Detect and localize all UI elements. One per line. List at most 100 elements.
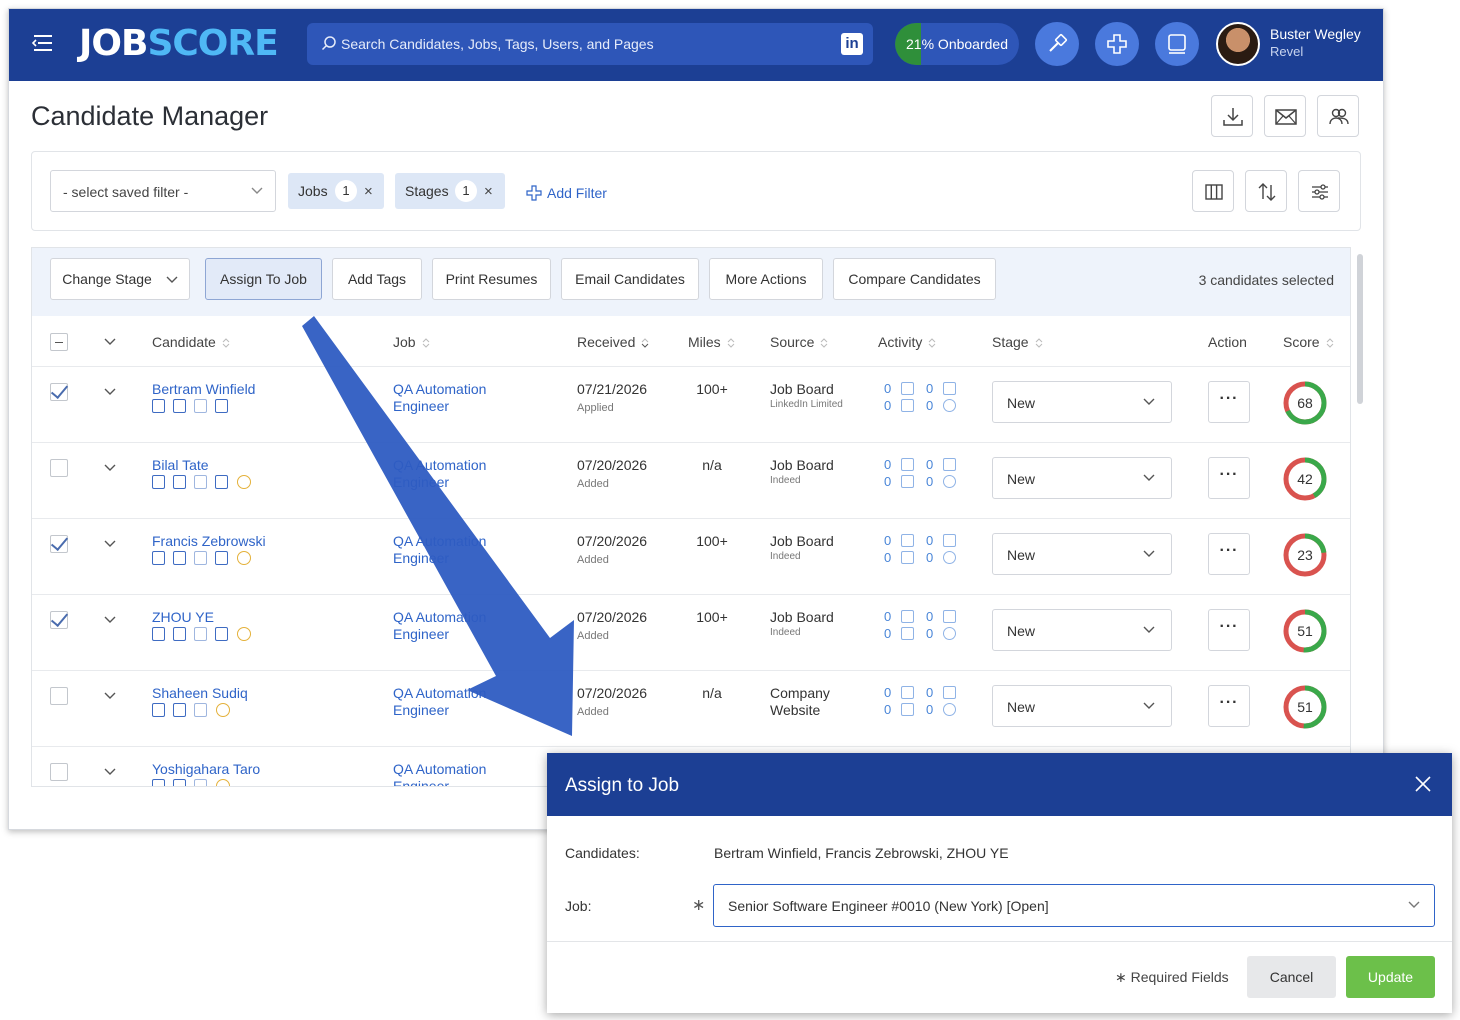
checklist-icon[interactable] [194,551,207,565]
linkedin-profile-icon[interactable] [173,627,186,641]
linkedin-profile-icon[interactable] [173,703,186,717]
add-button[interactable] [1095,22,1139,66]
add-tags-button[interactable]: Add Tags [332,258,422,300]
ratings-count[interactable]: 0 [926,398,933,413]
row-checkbox[interactable] [50,459,68,477]
emails-count[interactable]: 0 [884,474,891,489]
table-row[interactable]: Bertram Winfield QA Automation Engineer 07/… [32,366,1350,442]
menu-icon[interactable] [31,33,53,53]
candidate-name-link[interactable]: Yoshigahara Taro [152,761,260,777]
stage-select[interactable]: New [992,533,1172,575]
ratings-count[interactable]: 0 [926,702,933,717]
settings-button[interactable] [1298,170,1340,212]
select-all-checkbox[interactable] [50,333,68,351]
emails-count[interactable]: 0 [884,398,891,413]
update-button[interactable]: Update [1346,956,1435,998]
change-stage-button[interactable]: Change Stage [50,258,190,300]
user-avatar[interactable] [1216,22,1260,66]
column-header-received[interactable]: Received [577,334,649,350]
linkedin-profile-icon[interactable] [173,779,186,786]
ratings-count[interactable]: 0 [926,474,933,489]
table-row[interactable]: ZHOU YE QA Automation Engineer 07/20/2026 Ad… [32,594,1350,670]
table-row[interactable]: Shaheen Sudiq QA Automation Engineer 07/20/… [32,670,1350,746]
column-header-activity[interactable]: Activity [878,334,936,350]
resume-icon[interactable] [152,551,165,565]
row-checkbox[interactable] [50,687,68,705]
row-actions-button[interactable]: ··· [1208,609,1250,651]
more-actions-button[interactable]: More Actions [709,258,823,300]
candidate-name-link[interactable]: Bilal Tate [152,457,209,473]
chevron-down-icon[interactable] [104,540,116,548]
stage-select[interactable]: New [992,457,1172,499]
row-actions-button[interactable]: ··· [1208,685,1250,727]
stage-select[interactable]: New [992,381,1172,423]
checklist-icon[interactable] [194,475,207,489]
notes-count[interactable]: 0 [884,381,891,396]
remove-filter-icon[interactable]: × [364,183,373,200]
messages-button[interactable] [1155,22,1199,66]
global-search-input[interactable]: Search Candidates, Jobs, Tags, Users, an… [307,23,873,65]
chevron-down-icon[interactable] [104,692,116,700]
column-header-source[interactable]: Source [770,334,828,350]
candidate-name-link[interactable]: Francis Zebrowski [152,533,266,549]
table-row[interactable]: Francis Zebrowski QA Automation Engineer 07… [32,518,1350,594]
tasks-count[interactable]: 0 [926,381,933,396]
saved-filter-select[interactable]: - select saved filter - [50,170,276,212]
tools-button[interactable] [1035,22,1079,66]
checklist-icon[interactable] [194,399,207,413]
resume-icon[interactable] [152,703,165,717]
tasks-count[interactable]: 0 [926,685,933,700]
linkedin-profile-icon[interactable] [173,475,186,489]
emails-count[interactable]: 0 [884,626,891,641]
row-actions-button[interactable]: ··· [1208,457,1250,499]
chevron-down-icon[interactable] [104,464,116,472]
column-header-miles[interactable]: Miles [688,334,735,350]
notes-count[interactable]: 0 [884,685,891,700]
checklist-icon[interactable] [194,627,207,641]
linkedin-profile-icon[interactable] [173,551,186,565]
document-search-icon[interactable] [215,399,228,413]
row-actions-button[interactable]: ··· [1208,533,1250,575]
stage-select[interactable]: New [992,685,1172,727]
document-search-icon[interactable] [215,627,228,641]
chevron-down-icon[interactable] [104,616,116,624]
assign-to-job-button[interactable]: Assign To Job [205,258,322,300]
onboarded-progress[interactable]: 21% Onboarded [895,23,1019,65]
email-candidates-button[interactable]: Email Candidates [561,258,699,300]
notes-count[interactable]: 0 [884,609,891,624]
resume-icon[interactable] [152,475,165,489]
chevron-down-icon[interactable] [104,388,116,396]
resume-icon[interactable] [152,627,165,641]
notes-count[interactable]: 0 [884,457,891,472]
checklist-icon[interactable] [194,779,207,786]
table-scrollbar[interactable] [1357,254,1363,404]
column-header-job[interactable]: Job [393,334,430,350]
column-header-candidate[interactable]: Candidate [152,334,230,350]
document-search-icon[interactable] [215,551,228,565]
job-link[interactable]: QA Automation Engineer [393,685,486,719]
linkedin-profile-icon[interactable] [173,399,186,413]
chevron-down-icon[interactable] [104,768,116,776]
resume-icon[interactable] [152,779,165,786]
document-search-icon[interactable] [215,475,228,489]
row-checkbox[interactable] [50,535,68,553]
filter-chip-jobs[interactable]: Jobs 1 × [288,173,384,209]
compare-candidates-button[interactable]: Compare Candidates [833,258,996,300]
linkedin-icon[interactable]: in [841,33,863,55]
add-filter-link[interactable]: Add Filter [526,182,607,201]
job-link[interactable]: QA Automation Engineer [393,609,486,643]
job-link[interactable]: QA Automation Engineer [393,381,486,415]
job-link[interactable]: QA Automation Engineer [393,533,486,567]
email-button[interactable] [1264,95,1306,137]
jobscore-logo[interactable]: JOBSCORE [79,23,279,64]
sort-button[interactable] [1245,170,1287,212]
candidate-name-link[interactable]: Bertram Winfield [152,381,255,397]
job-select[interactable]: Senior Software Engineer #0010 (New York… [713,884,1435,927]
columns-button[interactable] [1192,170,1234,212]
notes-count[interactable]: 0 [884,533,891,548]
row-checkbox[interactable] [50,763,68,781]
download-button[interactable] [1211,95,1253,137]
filter-chip-stages[interactable]: Stages 1 × [395,173,505,209]
tasks-count[interactable]: 0 [926,457,933,472]
candidate-name-link[interactable]: ZHOU YE [152,609,214,625]
